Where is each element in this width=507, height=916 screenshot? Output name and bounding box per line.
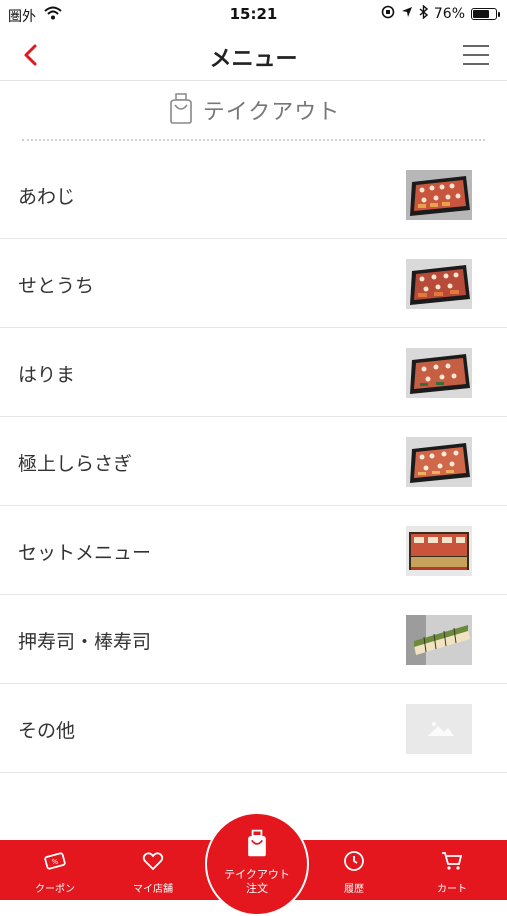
menu-item-label: せとうち: [18, 275, 95, 297]
tab-history[interactable]: 履歴: [309, 840, 399, 900]
hamburger-menu-button[interactable]: [459, 38, 493, 72]
hamburger-line: [463, 54, 489, 56]
sushi-platter-thumbnail: [406, 348, 472, 398]
bluetooth-icon: [419, 4, 428, 23]
bar-sushi-thumbnail: [406, 615, 472, 665]
sushi-platter-thumbnail: [406, 259, 472, 309]
heart-icon: [142, 852, 164, 871]
tab-label-line2: 注文: [246, 882, 268, 895]
sushi-set-thumbnail: [406, 526, 472, 576]
tab-label: クーポン: [35, 884, 75, 895]
image-placeholder-icon: [406, 704, 472, 754]
menu-item-label: セットメニュー: [18, 542, 152, 564]
dotted-divider: [22, 139, 485, 141]
menu-item-other[interactable]: その他: [0, 684, 507, 773]
menu-item-oshizushi-bouzushi[interactable]: 押寿司・棒寿司: [0, 595, 507, 684]
hamburger-line: [463, 63, 489, 65]
sushi-platter-thumbnail: [406, 170, 472, 220]
tab-my-store[interactable]: マイ店舗: [108, 840, 198, 900]
menu-item-label: その他: [18, 720, 76, 742]
coupon-icon: %: [44, 852, 66, 870]
location-icon: [401, 6, 413, 22]
menu-item-harima[interactable]: はりま: [0, 328, 507, 417]
menu-item-awaji[interactable]: あわじ: [0, 150, 507, 239]
section-title: テイクアウト: [202, 100, 341, 125]
takeout-bag-icon: [248, 829, 266, 857]
page-title: メニュー: [209, 47, 298, 72]
menu-item-label: あわじ: [18, 186, 76, 208]
battery-icon: [471, 8, 500, 20]
status-bar: 圏外 15:21 76%: [0, 0, 507, 28]
tab-cart[interactable]: カート: [407, 840, 497, 900]
takeout-bag-icon: [167, 91, 195, 129]
tab-label: 履歴: [344, 884, 364, 895]
status-right: 76%: [381, 4, 500, 23]
menu-item-label: 極上しらさぎ: [18, 453, 133, 475]
clock-icon: [344, 851, 364, 871]
sushi-platter-thumbnail: [406, 437, 472, 487]
tab-takeout-order[interactable]: テイクアウト 注文: [205, 812, 309, 916]
battery-percent: 76%: [433, 6, 465, 22]
menu-item-label: 押寿司・棒寿司: [18, 631, 152, 653]
tab-label-line1: テイクアウト: [224, 868, 290, 881]
svg-text:%: %: [52, 858, 59, 866]
menu-list: あわじ せとうち はりま 極上しらさぎ セットメニュー 押寿司・棒寿司 その他: [0, 150, 507, 773]
tab-coupon[interactable]: % クーポン: [10, 840, 100, 900]
battery-fill: [473, 10, 489, 18]
cart-icon: [442, 852, 463, 870]
nav-bar: メニュー: [0, 28, 507, 81]
tab-label: カート: [437, 884, 467, 895]
menu-item-setouchi[interactable]: せとうち: [0, 239, 507, 328]
menu-item-gokujo-shirasagi[interactable]: 極上しらさぎ: [0, 417, 507, 506]
orientation-lock-icon: [381, 5, 395, 23]
tab-label: テイクアウト 注文: [207, 868, 307, 896]
menu-item-label: はりま: [18, 364, 76, 386]
hamburger-line: [463, 45, 489, 47]
tab-label: マイ店舗: [133, 884, 173, 895]
menu-item-set-menu[interactable]: セットメニュー: [0, 506, 507, 595]
section-header: テイクアウト: [0, 84, 507, 136]
